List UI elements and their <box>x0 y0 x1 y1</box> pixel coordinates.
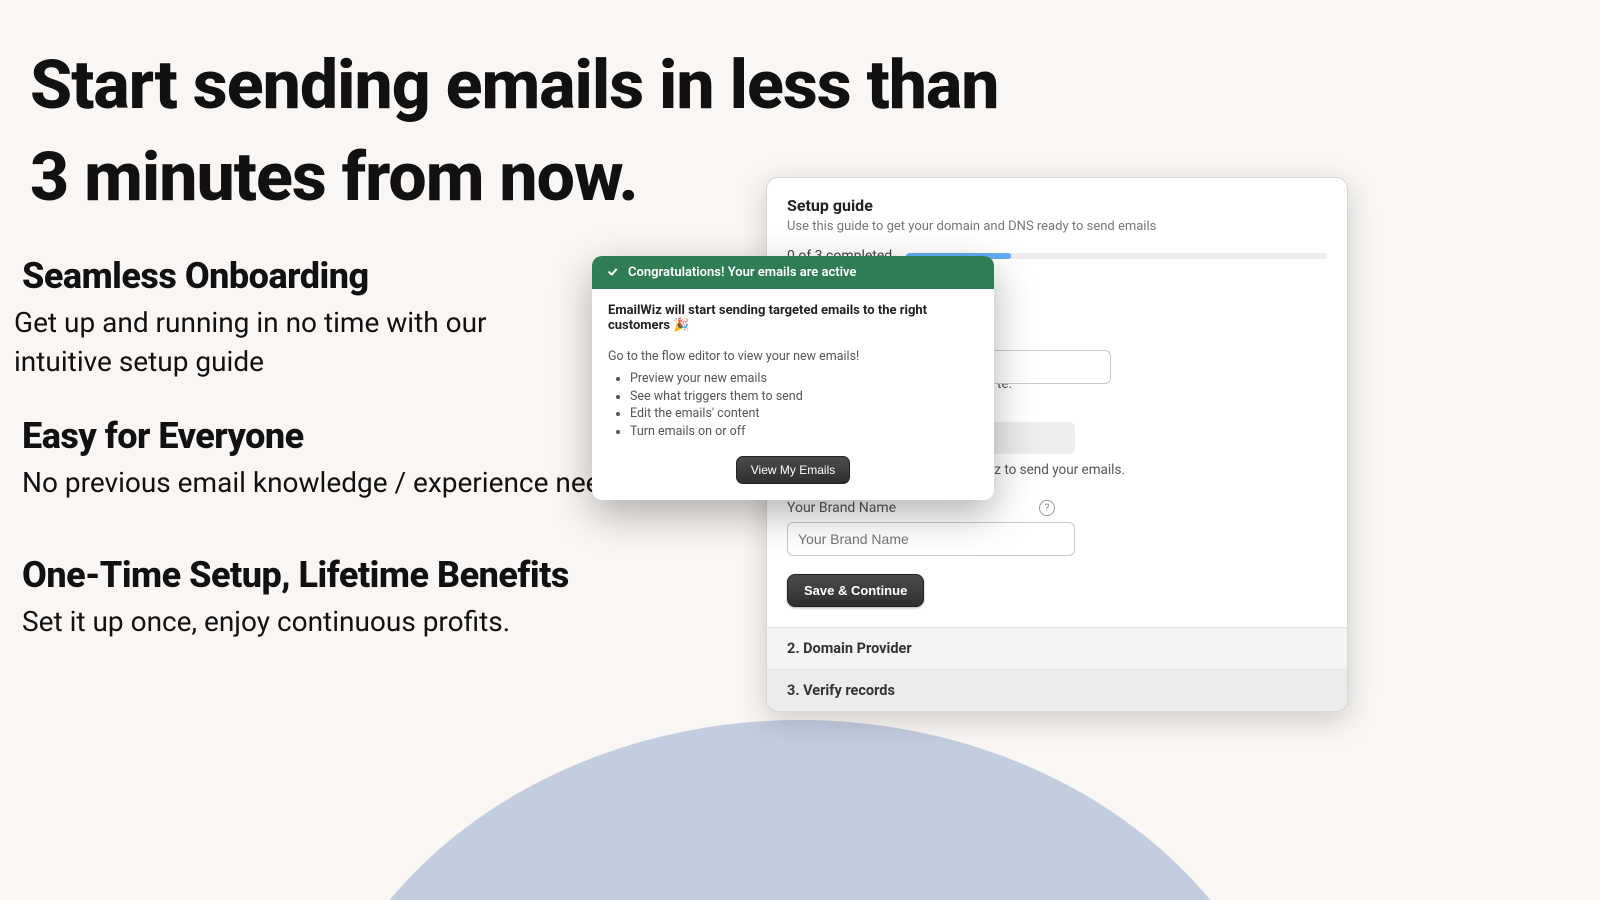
background-blob <box>300 720 1300 900</box>
feature-one-time-setup: One-Time Setup, Lifetime Benefits Set it… <box>22 554 762 641</box>
brand-name-input[interactable] <box>787 522 1075 556</box>
setup-guide-subtitle: Use this guide to get your domain and DN… <box>787 219 1327 234</box>
feature-heading: One-Time Setup, Lifetime Benefits <box>22 554 762 596</box>
save-continue-button[interactable]: Save & Continue <box>787 574 924 607</box>
modal-bullet: Edit the emails' content <box>630 405 978 423</box>
modal-lead: Go to the flow editor to view your new e… <box>608 349 978 364</box>
modal-bullet: Preview your new emails <box>630 370 978 388</box>
help-icon[interactable]: ? <box>1039 500 1055 516</box>
setup-step-2[interactable]: 2. Domain Provider <box>767 627 1347 669</box>
setup-guide-title: Setup guide <box>787 196 1327 215</box>
view-my-emails-button[interactable]: View My Emails <box>736 456 850 484</box>
hero-title-line1: Start sending emails in less than <box>30 40 999 132</box>
modal-bullet-list: Preview your new emails See what trigger… <box>608 370 978 440</box>
check-icon <box>606 266 620 280</box>
modal-bullet: See what triggers them to send <box>630 388 978 406</box>
setup-step-3[interactable]: 3. Verify records <box>767 669 1347 711</box>
feature-body: Set it up once, enjoy continuous profits… <box>22 602 762 641</box>
brand-name-label: Your Brand Name <box>787 500 896 516</box>
feature-heading: Seamless Onboarding <box>22 255 582 297</box>
feature-body: Get up and running in no time with our i… <box>14 303 582 381</box>
modal-bullet: Turn emails on or off <box>630 423 978 441</box>
feature-seamless-onboarding: Seamless Onboarding Get up and running i… <box>22 255 582 381</box>
modal-header: Congratulations! Your emails are active <box>592 256 994 289</box>
modal-header-text: Congratulations! Your emails are active <box>628 265 856 280</box>
success-modal: Congratulations! Your emails are active … <box>592 256 994 500</box>
modal-title: EmailWiz will start sending targeted ema… <box>608 303 978 333</box>
